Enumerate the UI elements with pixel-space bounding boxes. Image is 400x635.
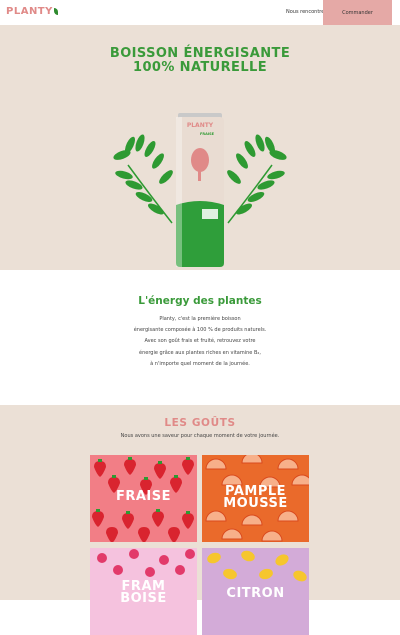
logo-text: PLANTY — [6, 6, 53, 17]
order-button[interactable]: Commander — [323, 0, 392, 25]
about-line-2: énergisante composée à 100 % de produits… — [133, 327, 267, 334]
flavor-card-framboise-label: FRAM BOISE — [90, 580, 197, 606]
planty-logo[interactable]: PLANTY — [6, 6, 58, 17]
flavors-subtitle: Nous avons une saveur pour chaque moment… — [120, 433, 280, 439]
hero-title-line-2: 100% NATURELLE — [133, 60, 267, 75]
nav-link-nous-rencontrer[interactable]: Nous rencontrer — [286, 9, 326, 15]
left-leaf-branch — [113, 134, 173, 224]
flavor-card-fraise-label: FRAISE — [90, 489, 197, 504]
flavor-card-pamplemousse-label-line-2: MOUSSE — [223, 496, 288, 511]
flavors-title: LES GOÛTS — [164, 417, 236, 429]
flavors-section: LES GOÛTS Nous avons une saveur pour cha… — [0, 405, 400, 635]
flavor-card-citron[interactable]: CITRON — [202, 548, 309, 635]
about-title: L'énergy des plantes — [138, 295, 262, 307]
hero-title: BOISSON ÉNERGISANTE 100% NATURELLE — [0, 47, 400, 75]
flavor-card-framboise-label-line-2: BOISE — [120, 591, 167, 606]
flavor-card-fraise-label-line-1: FRAISE — [115, 489, 172, 504]
energy-can: PLANTY FRAISE — [176, 113, 224, 267]
leaf-icon — [53, 8, 58, 15]
flavor-card-framboise[interactable]: FRAM BOISE — [90, 548, 197, 635]
can-with-leaves-image: PLANTY FRAISE — [113, 113, 287, 267]
about-section: L'énergy des plantes Planty, c'est la pr… — [0, 270, 400, 405]
flavor-card-fraise[interactable]: FRAISE — [90, 455, 197, 542]
flavor-card-citron-label-line-1: CITRON — [226, 586, 285, 601]
about-line-5: à n'importe quel moment de la journée. — [150, 360, 250, 367]
can-flavor-text: FRAISE — [200, 132, 215, 136]
site-header: PLANTY Nous rencontrer Commander — [0, 0, 400, 25]
can-brand-text: PLANTY — [187, 122, 214, 129]
right-leaf-branch — [227, 134, 287, 224]
hero-title-line-1: BOISSON ÉNERGISANTE — [109, 46, 291, 61]
about-description: Planty, c'est la première boisson énergi… — [100, 314, 300, 370]
flavor-card-pamplemousse[interactable]: PAMPLE MOUSSE — [202, 455, 309, 542]
flavor-card-citron-label: CITRON — [202, 586, 309, 601]
about-line-3: Avec son goût frais et fruité, retrouvez… — [144, 338, 256, 345]
hero-section: BOISSON ÉNERGISANTE 100% NATURELLE PLANT… — [0, 25, 400, 270]
about-line-4: énergie grâce aux plantes riches en vita… — [139, 349, 261, 356]
about-line-1: Planty, c'est la première boisson — [159, 316, 241, 322]
flavor-card-pamplemousse-label: PAMPLE MOUSSE — [202, 485, 309, 511]
